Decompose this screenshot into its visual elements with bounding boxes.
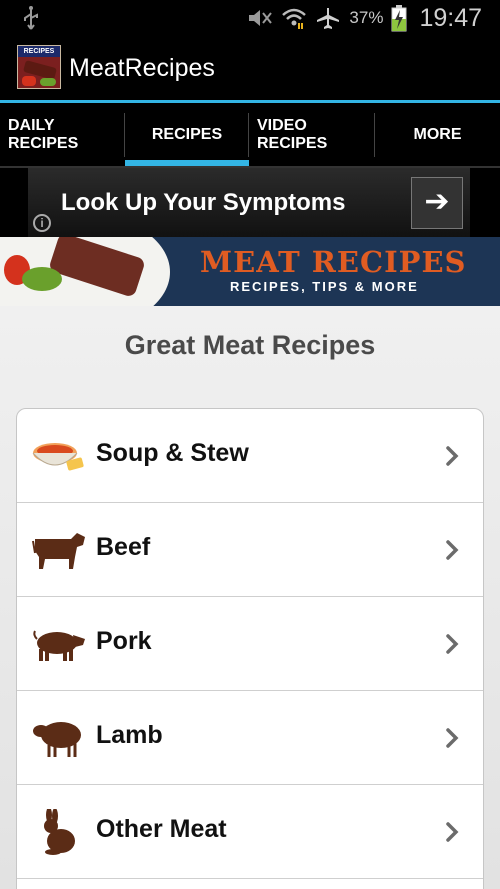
cow-icon (32, 533, 85, 569)
chevron-right-icon (446, 728, 459, 748)
arrow-right-icon[interactable]: ➔ (411, 177, 463, 229)
list-item-label: Lamb (96, 721, 163, 749)
info-icon[interactable]: i (33, 214, 51, 232)
chevron-right-icon (446, 822, 459, 842)
ad-text: Look Up Your Symptoms (61, 189, 346, 216)
battery-percent: 37% (349, 8, 384, 27)
battery-charging-icon (391, 5, 407, 32)
mute-icon (249, 10, 273, 26)
list-item-other-meat[interactable]: Other Meat (17, 785, 483, 879)
banner-title: MEAT RECIPES (200, 245, 467, 279)
soup-bowl-icon (32, 443, 84, 471)
page-title: Great Meat Recipes (124, 330, 376, 360)
clock: 19:47 (419, 3, 482, 32)
pig-icon (33, 630, 85, 661)
list-item-label: Beef (96, 533, 151, 561)
tab-label: RECIPES (151, 125, 223, 143)
tab-more[interactable]: MORE (375, 103, 500, 166)
category-list: Soup & Stew Beef Pork Lamb Other Meat (16, 408, 484, 889)
tab-daily-recipes[interactable]: DAILY RECIPES (0, 103, 125, 166)
sheep-icon (33, 722, 81, 757)
ad-panel[interactable]: Look Up Your Symptoms ➔ (28, 168, 470, 237)
steak-icon (22, 60, 57, 86)
rabbit-icon (44, 809, 75, 855)
list-item-lamb[interactable]: Lamb (17, 691, 483, 785)
chevron-right-icon (446, 446, 459, 466)
app-title: MeatRecipes (69, 54, 215, 82)
chevron-right-icon (446, 634, 459, 654)
chevron-right-icon (446, 540, 459, 560)
list-item-label: Pork (96, 627, 152, 655)
main-content: Great Meat Recipes Soup & Stew Beef Pork… (0, 306, 500, 889)
action-bar: RECIPES MeatRecipes (0, 36, 500, 100)
status-bar: 37% 19:47 (0, 0, 500, 36)
ad-banner[interactable]: Look Up Your Symptoms ➔ i (0, 168, 500, 237)
tab-label: MORE (413, 125, 462, 143)
list-item-soup-stew[interactable]: Soup & Stew (17, 409, 483, 503)
tab-label-line2: RECIPES (257, 134, 328, 152)
tab-label-line1: VIDEO (257, 116, 307, 134)
lettuce-image (22, 267, 62, 291)
tab-label-line2: RECIPES (8, 134, 79, 152)
airplane-icon (317, 8, 340, 29)
list-item-label: Soup & Stew (96, 439, 249, 467)
tab-video-recipes[interactable]: VIDEO RECIPES (249, 103, 375, 166)
active-tab-indicator (125, 160, 249, 166)
tab-bar: DAILY RECIPES RECIPES VIDEO RECIPES MORE (0, 100, 500, 168)
tab-label-line1: DAILY (8, 116, 55, 134)
app-logo[interactable]: RECIPES (17, 45, 61, 89)
banner-subtitle: RECIPES, TIPS & MORE (230, 279, 419, 294)
list-item-pork[interactable]: Pork (17, 597, 483, 691)
list-item-label: Other Meat (96, 815, 227, 843)
promo-banner[interactable]: MEAT RECIPES RECIPES, TIPS & MORE (0, 237, 500, 306)
wifi-icon (282, 8, 307, 29)
tab-recipes[interactable]: RECIPES (125, 103, 249, 166)
usb-icon (24, 6, 38, 30)
list-item-beef[interactable]: Beef (17, 503, 483, 597)
